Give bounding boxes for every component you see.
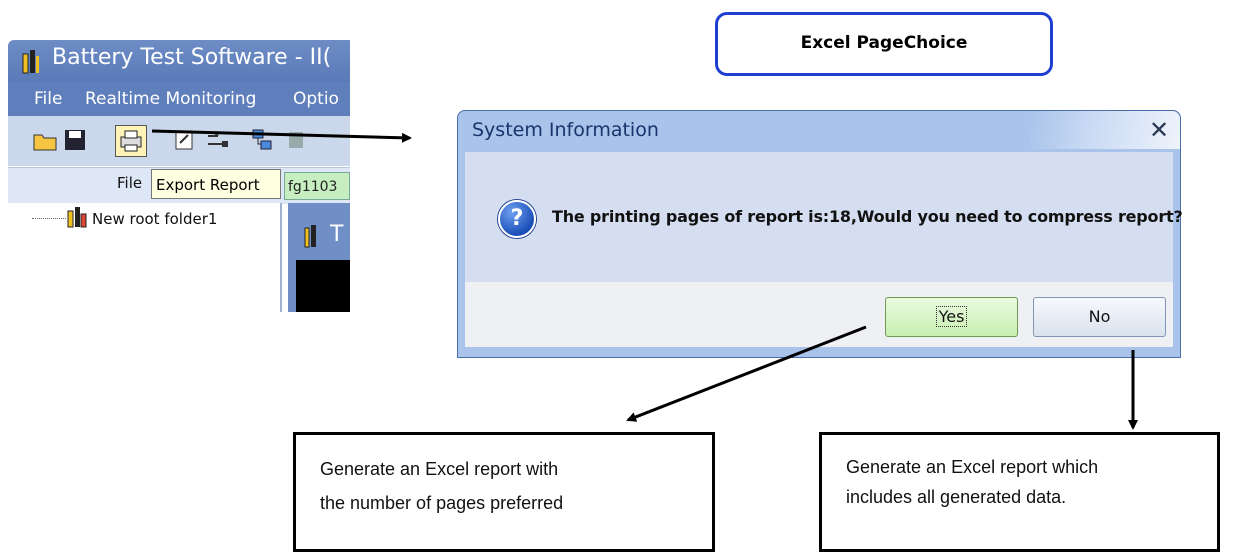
annotation-arrows	[151, 129, 1138, 430]
yes-to-callout-arrow	[626, 325, 867, 422]
print-to-dialog-arrow	[151, 129, 412, 143]
